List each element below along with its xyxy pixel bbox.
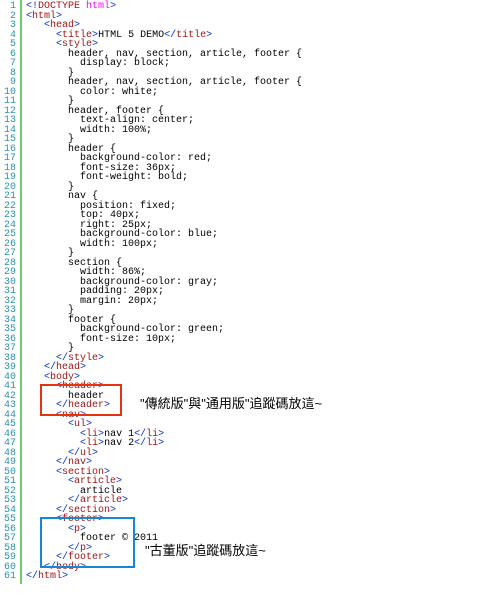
annotation-top: "傳統版"與"通用版"追蹤碼放這~ <box>140 393 322 412</box>
code-line: </body> <box>26 563 501 573</box>
line-number-gutter: 1234567891011121314151617181920212223242… <box>0 0 22 584</box>
code-line: margin: 20px; <box>26 297 501 307</box>
code-line: display: block; <box>26 59 501 69</box>
code-line: width: 100px; <box>26 240 501 250</box>
code-line: <html> <box>26 12 501 22</box>
code-line: <!DOCTYPE html> <box>26 2 501 12</box>
code-line: </html> <box>26 572 501 582</box>
code-line: font-weight: bold; <box>26 173 501 183</box>
line-number: 61 <box>2 572 16 582</box>
code-lines: <!DOCTYPE html><html> <head> <title>HTML… <box>22 0 501 584</box>
annotation-bottom: "古董版"追蹤碼放這~ <box>145 540 266 559</box>
code-line: width: 100%; <box>26 126 501 136</box>
code-line: </head> <box>26 363 501 373</box>
code-line: </style> <box>26 354 501 364</box>
code-line: </ul> <box>26 449 501 459</box>
code-editor: 1234567891011121314151617181920212223242… <box>0 0 501 584</box>
code-line: color: white; <box>26 88 501 98</box>
code-line: font-size: 10px; <box>26 335 501 345</box>
code-line: <footer> <box>26 515 501 525</box>
